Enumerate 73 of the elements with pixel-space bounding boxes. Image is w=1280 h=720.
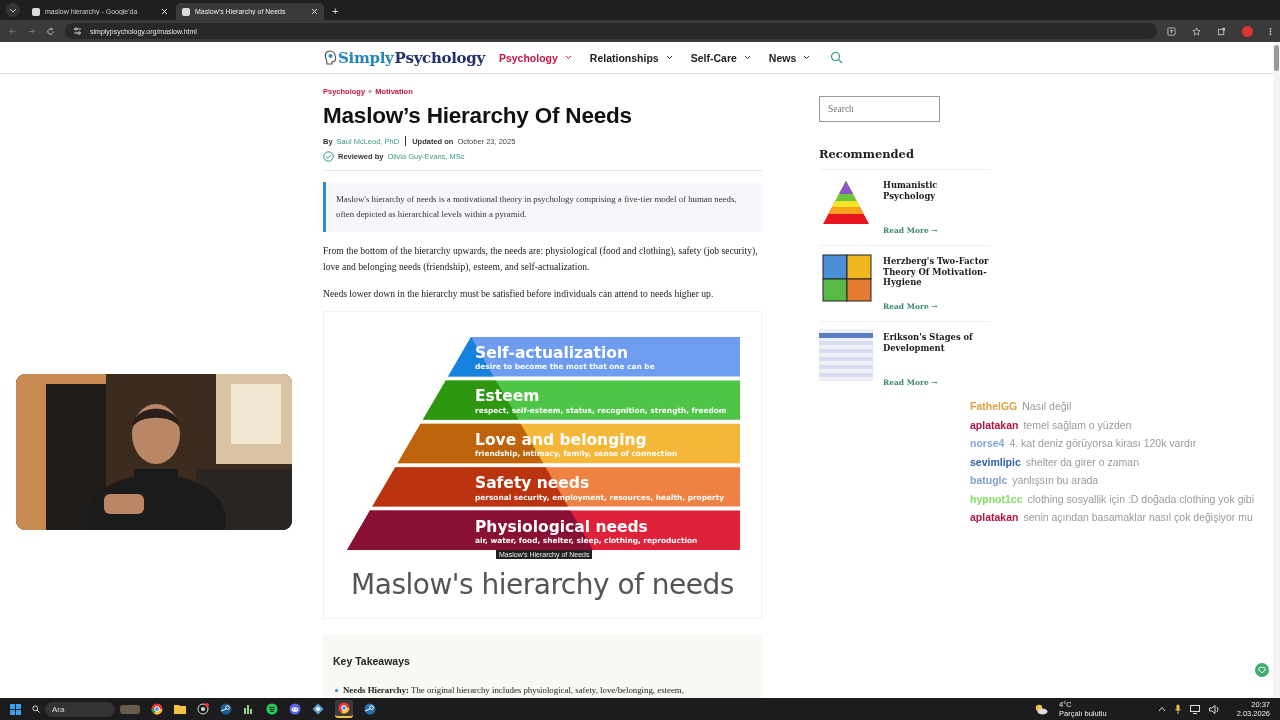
- chat-username: hypnot1cc: [970, 492, 1023, 505]
- article-link[interactable]: Humanistic Psychology: [883, 177, 991, 201]
- chat-username: sevimlipic: [970, 455, 1021, 468]
- paragraph: From the bottom of the hierarchy upwards, the needs are: physiological (food and clothing), safety (job security), love and belonging needs (friendship), esteem, and self-actualization.: [323, 244, 759, 274]
- section-heading: Key Takeaways: [333, 655, 411, 667]
- chat-username: norse4: [970, 437, 1005, 449]
- taskbar-app-button[interactable]: [335, 700, 353, 718]
- tier-title: Love and belonging: [475, 430, 647, 449]
- camera-icon[interactable]: [197, 703, 209, 715]
- chat-message: Nasıl değil: [1022, 400, 1072, 412]
- weather-icon: [1034, 703, 1049, 715]
- chat-message: clothing sosyallik için :D doğada clothing yok gibi: [1027, 492, 1254, 505]
- chrome-icon[interactable]: [151, 703, 163, 715]
- tier-title: Physiological needs: [475, 517, 648, 536]
- chat-username: aplatakan: [970, 511, 1019, 523]
- caret-icon[interactable]: [743, 55, 751, 60]
- chat-message: temel sağlam o yüzden: [1023, 418, 1132, 431]
- new-tab-button[interactable]: +: [326, 5, 345, 20]
- windows-icon[interactable]: [10, 703, 21, 715]
- chevron-up-icon[interactable]: [1157, 706, 1166, 712]
- nav-menu[interactable]: Relationships: [589, 51, 673, 64]
- speaker-icon[interactable]: [1208, 704, 1220, 714]
- nav-menu[interactable]: Psychology: [498, 51, 572, 64]
- check-circle-icon: [323, 151, 334, 162]
- search-field[interactable]: Search: [819, 96, 940, 122]
- tier-title: Esteem: [475, 387, 540, 406]
- chat-username: aplatakan: [970, 418, 1019, 431]
- search-highlight-icon[interactable]: [120, 704, 140, 714]
- caret-icon[interactable]: [665, 55, 673, 60]
- page-icon: [32, 7, 40, 16]
- chat-message: shelter da girer o zaman: [1025, 455, 1139, 468]
- close-icon[interactable]: [311, 8, 318, 15]
- chat-username: batuglc: [970, 474, 1008, 486]
- figure-caption: Maslow's hierarchy of needs: [350, 568, 735, 601]
- paragraph: Needs lower down in the hierarchy must be satisfied before individuals can attend to needs higher up.: [323, 287, 715, 301]
- site-logo[interactable]: SimplyPsychology: [324, 48, 485, 67]
- star-icon[interactable]: [1192, 26, 1201, 36]
- chat-username: FathelGG: [970, 400, 1018, 412]
- nav-menu[interactable]: News: [768, 51, 811, 64]
- article-link[interactable]: Erikson's Stages of Development: [883, 329, 991, 353]
- close-icon[interactable]: [161, 8, 168, 15]
- bullet-icon: [335, 688, 338, 692]
- steam-icon[interactable]: [220, 703, 232, 715]
- spotify-icon[interactable]: [266, 703, 278, 715]
- scrollbar-thumb[interactable]: [1274, 45, 1279, 71]
- monitor-icon[interactable]: [1189, 704, 1200, 714]
- caret-icon[interactable]: [803, 55, 811, 60]
- menu-icon[interactable]: [1269, 26, 1272, 36]
- nav-menu[interactable]: Self-Care: [690, 51, 751, 64]
- sidebar-heading: Recommended: [819, 147, 915, 161]
- list-item: Needs Hierarchy: The original hierarchy includes physiological, safety, love/belonging, esteem,: [343, 685, 684, 695]
- summary-text: Maslow's hierarchy of needs is a motivational theory in psychology comprising a five-tier model of human needs, often depicted as hierarchical levels within a pyramid.: [336, 193, 738, 221]
- extensions-icon[interactable]: [1217, 26, 1226, 36]
- site-settings-icon[interactable]: [73, 27, 82, 35]
- article-title: Maslow’s Hierarchy Of Needs: [323, 102, 633, 130]
- chat-message: yanlışsın bu arada: [1012, 474, 1099, 486]
- reload-icon[interactable]: [46, 26, 55, 36]
- caret-icon[interactable]: [564, 55, 572, 60]
- steam-icon[interactable]: [364, 703, 376, 715]
- folder-icon[interactable]: [174, 704, 186, 714]
- app-icon[interactable]: [312, 703, 324, 715]
- chart-icon[interactable]: [243, 703, 255, 715]
- chat-message: 4. kat deniz görüyorsa kirası 120k vardır: [1009, 437, 1197, 449]
- search-icon[interactable]: [32, 705, 40, 713]
- taskbar-search-field[interactable]: Ara: [45, 701, 115, 717]
- microphone-icon[interactable]: [1174, 704, 1181, 714]
- profile-avatar[interactable]: [1242, 25, 1253, 37]
- tier-title: Safety needs: [475, 474, 590, 493]
- article-link[interactable]: Herzberg's Two-Factor Theory Of Motivation-Hygiene: [883, 253, 991, 288]
- chat-message: senin açından basamaklar nasıl çok değişiyor mu: [1023, 511, 1253, 523]
- page-icon: [182, 7, 190, 16]
- discord-icon[interactable]: [289, 703, 301, 715]
- translate-icon[interactable]: [1167, 26, 1176, 36]
